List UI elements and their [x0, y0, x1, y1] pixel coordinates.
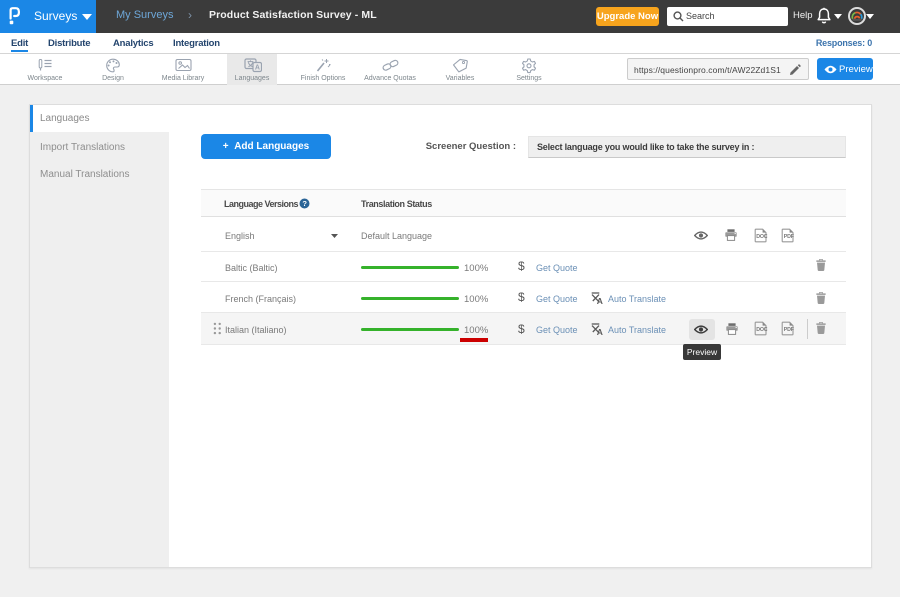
svg-text:A: A — [597, 327, 603, 335]
svg-text:DOC: DOC — [756, 234, 768, 240]
svg-text:A: A — [255, 65, 260, 72]
svg-text:?: ? — [302, 199, 307, 208]
svg-text:A: A — [597, 296, 603, 304]
svg-text:PDF: PDF — [784, 327, 795, 333]
svg-text:PDF: PDF — [784, 234, 795, 240]
svg-text:DOC: DOC — [756, 327, 768, 333]
